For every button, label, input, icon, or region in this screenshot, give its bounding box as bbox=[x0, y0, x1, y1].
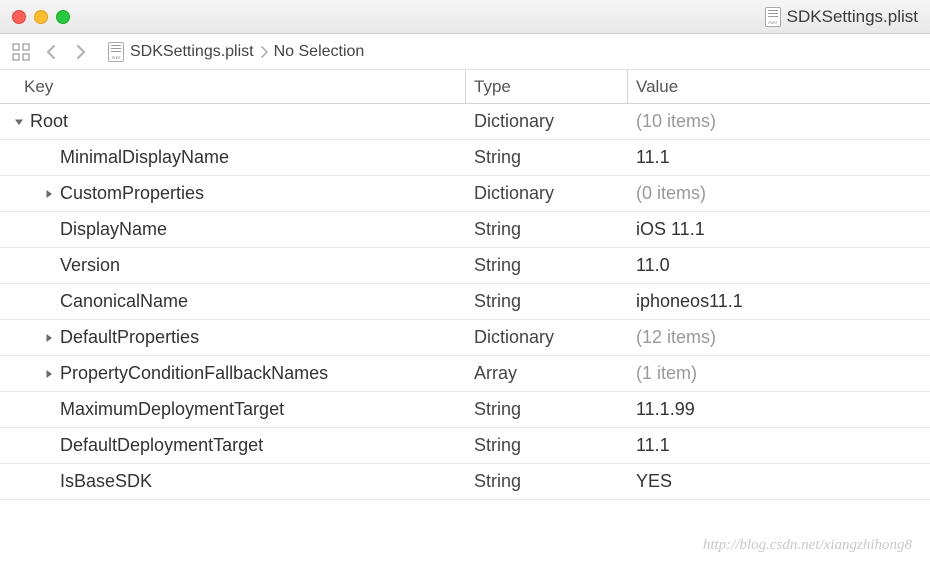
cell-type[interactable]: Dictionary bbox=[466, 111, 628, 132]
cell-key[interactable]: Version bbox=[0, 248, 466, 283]
title-bar: SDKSettings.plist bbox=[0, 0, 930, 34]
plist-file-icon bbox=[765, 7, 781, 27]
cell-type[interactable]: Dictionary bbox=[466, 183, 628, 204]
chevron-right-icon bbox=[260, 46, 268, 58]
navigation-toolbar: SDKSettings.plist No Selection bbox=[0, 34, 930, 70]
column-header-key[interactable]: Key bbox=[0, 70, 466, 103]
table-row[interactable]: IsBaseSDK StringYES bbox=[0, 464, 930, 500]
table-row[interactable]: PropertyConditionFallbackNames Array(1 it… bbox=[0, 356, 930, 392]
cell-type[interactable]: Array bbox=[466, 363, 628, 384]
minimize-window-button[interactable] bbox=[34, 10, 48, 24]
cell-value[interactable]: 11.1.99 bbox=[628, 399, 930, 420]
cell-key[interactable]: PropertyConditionFallbackNames bbox=[0, 356, 466, 391]
breadcrumb-selection[interactable]: No Selection bbox=[274, 43, 365, 61]
disclosure-triangle-closed-icon[interactable] bbox=[42, 369, 56, 379]
close-window-button[interactable] bbox=[12, 10, 26, 24]
key-label: CustomProperties bbox=[60, 183, 204, 204]
cell-value[interactable]: YES bbox=[628, 471, 930, 492]
table-row[interactable]: DefaultProperties Dictionary(12 items) bbox=[0, 320, 930, 356]
table-row[interactable]: MinimalDisplayName String11.1 bbox=[0, 140, 930, 176]
table-row[interactable]: MaximumDeploymentTarget String11.1.99 bbox=[0, 392, 930, 428]
key-label: DefaultProperties bbox=[60, 327, 199, 348]
cell-key[interactable]: DefaultDeploymentTarget bbox=[0, 428, 466, 463]
key-label: MaximumDeploymentTarget bbox=[60, 399, 284, 420]
cell-type[interactable]: String bbox=[466, 399, 628, 420]
key-label: Root bbox=[30, 111, 68, 132]
cell-value[interactable]: iOS 11.1 bbox=[628, 219, 930, 240]
cell-value[interactable]: (10 items) bbox=[628, 111, 930, 132]
cell-key[interactable]: DefaultProperties bbox=[0, 320, 466, 355]
window-title: SDKSettings.plist bbox=[765, 7, 918, 27]
maximize-window-button[interactable] bbox=[56, 10, 70, 24]
breadcrumb-file-label: SDKSettings.plist bbox=[130, 43, 254, 61]
table-row[interactable]: Version String11.0 bbox=[0, 248, 930, 284]
table-row[interactable]: DisplayName StringiOS 11.1 bbox=[0, 212, 930, 248]
table-row[interactable]: DefaultDeploymentTarget String11.1 bbox=[0, 428, 930, 464]
plist-file-icon bbox=[108, 42, 124, 62]
cell-type[interactable]: String bbox=[466, 291, 628, 312]
cell-key[interactable]: Root bbox=[0, 104, 466, 139]
breadcrumb-file[interactable]: SDKSettings.plist bbox=[108, 42, 254, 62]
key-label: Version bbox=[60, 255, 120, 276]
cell-key[interactable]: CanonicalName bbox=[0, 284, 466, 319]
cell-key[interactable]: MinimalDisplayName bbox=[0, 140, 466, 175]
disclosure-triangle-closed-icon[interactable] bbox=[42, 189, 56, 199]
cell-key[interactable]: DisplayName bbox=[0, 212, 466, 247]
cell-key[interactable]: CustomProperties bbox=[0, 176, 466, 211]
forward-button[interactable] bbox=[70, 41, 92, 63]
key-label: CanonicalName bbox=[60, 291, 188, 312]
related-items-button[interactable] bbox=[10, 41, 32, 63]
key-label: IsBaseSDK bbox=[60, 471, 152, 492]
column-header-type[interactable]: Type bbox=[466, 70, 628, 103]
cell-value[interactable]: (12 items) bbox=[628, 327, 930, 348]
cell-type[interactable]: String bbox=[466, 435, 628, 456]
cell-type[interactable]: String bbox=[466, 471, 628, 492]
key-label: DefaultDeploymentTarget bbox=[60, 435, 263, 456]
cell-value[interactable]: iphoneos11.1 bbox=[628, 291, 930, 312]
watermark-text: http://blog.csdn.net/xiangzhihong8 bbox=[703, 537, 912, 554]
disclosure-triangle-closed-icon[interactable] bbox=[42, 333, 56, 343]
window-title-text: SDKSettings.plist bbox=[787, 7, 918, 27]
table-header: Key Type Value bbox=[0, 70, 930, 104]
cell-value[interactable]: 11.0 bbox=[628, 255, 930, 276]
cell-value[interactable]: (0 items) bbox=[628, 183, 930, 204]
cell-type[interactable]: String bbox=[466, 219, 628, 240]
breadcrumb: SDKSettings.plist No Selection bbox=[108, 42, 364, 62]
key-label: PropertyConditionFallbackNames bbox=[60, 363, 328, 384]
table-body: RootDictionary(10 items)MinimalDisplayNa… bbox=[0, 104, 930, 500]
cell-value[interactable]: 11.1 bbox=[628, 435, 930, 456]
table-row[interactable]: CanonicalName Stringiphoneos11.1 bbox=[0, 284, 930, 320]
cell-type[interactable]: String bbox=[466, 255, 628, 276]
cell-type[interactable]: String bbox=[466, 147, 628, 168]
table-row[interactable]: Root Dictionary(10 items) bbox=[0, 104, 930, 140]
cell-value[interactable]: (1 item) bbox=[628, 363, 930, 384]
cell-type[interactable]: Dictionary bbox=[466, 327, 628, 348]
table-row[interactable]: CustomProperties Dictionary(0 items) bbox=[0, 176, 930, 212]
traffic-lights bbox=[12, 10, 70, 24]
key-label: DisplayName bbox=[60, 219, 167, 240]
back-button[interactable] bbox=[40, 41, 62, 63]
column-header-value[interactable]: Value bbox=[628, 70, 930, 103]
cell-key[interactable]: IsBaseSDK bbox=[0, 464, 466, 499]
cell-value[interactable]: 11.1 bbox=[628, 147, 930, 168]
key-label: MinimalDisplayName bbox=[60, 147, 229, 168]
breadcrumb-selection-label: No Selection bbox=[274, 43, 365, 61]
cell-key[interactable]: MaximumDeploymentTarget bbox=[0, 392, 466, 427]
disclosure-triangle-open-icon[interactable] bbox=[12, 117, 26, 127]
